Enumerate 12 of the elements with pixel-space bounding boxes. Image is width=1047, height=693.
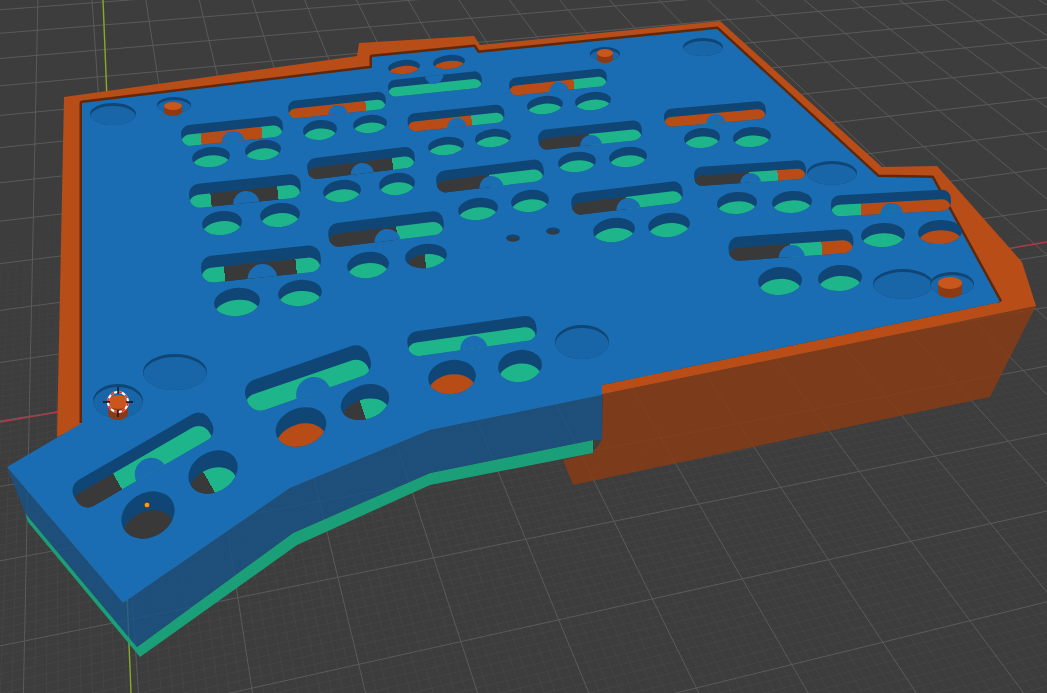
mounting-recess xyxy=(90,103,136,125)
small-hole xyxy=(546,227,560,235)
mounting-peg xyxy=(93,384,143,420)
mounting-recess xyxy=(807,161,857,185)
mounting-recess xyxy=(555,325,609,359)
mounting-recess xyxy=(143,354,207,390)
mounting-recess xyxy=(683,38,723,56)
mounting-peg xyxy=(157,97,191,116)
mounting-peg xyxy=(590,47,620,63)
small-hole xyxy=(506,234,520,242)
mounting-peg xyxy=(930,272,974,298)
mounting-recess xyxy=(873,269,933,299)
